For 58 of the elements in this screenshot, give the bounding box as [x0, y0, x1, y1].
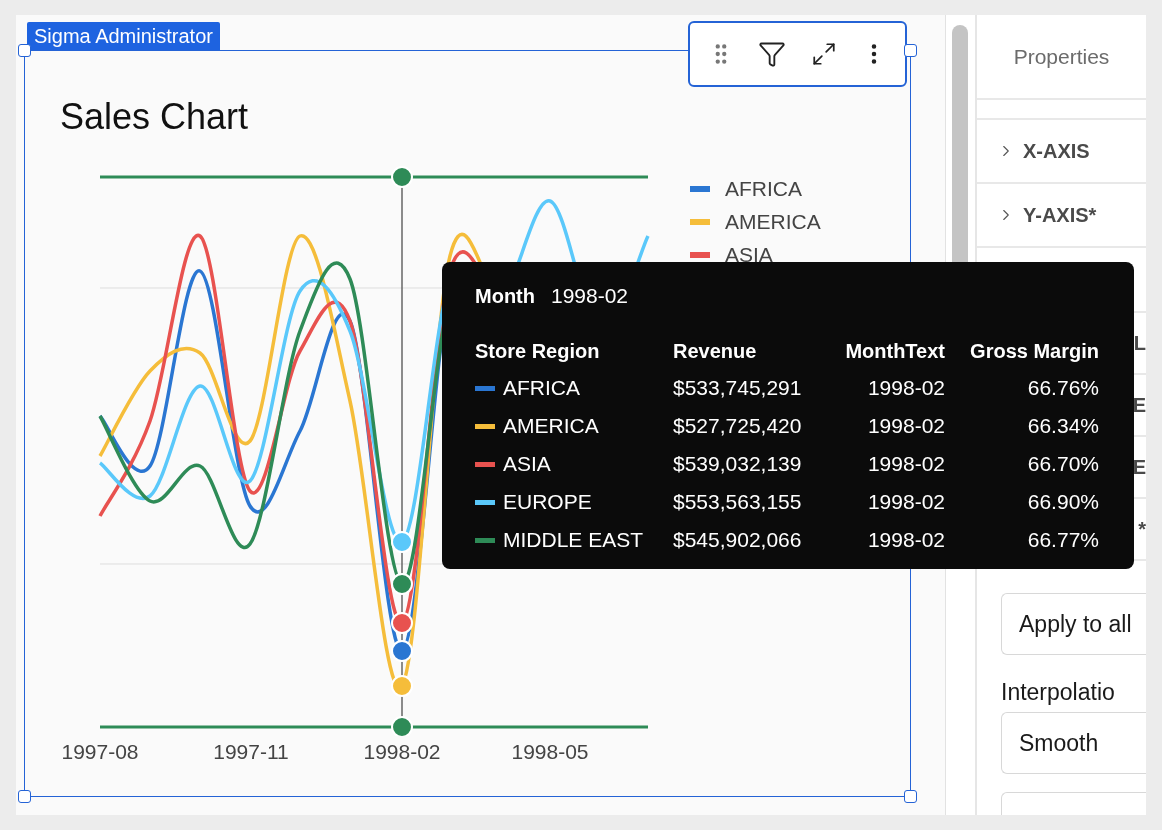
table-cell-text: 66.70% — [1026, 451, 1099, 477]
section-header[interactable]: Y-AXIS* — [977, 184, 1146, 248]
data-point — [391, 166, 413, 188]
table-cell-text: 66.90% — [1026, 489, 1099, 515]
x-axis-label: 1998-05 — [511, 739, 589, 765]
table-cell-text: $539,032,139 — [673, 451, 803, 477]
table-cell-text: 1998-02 — [866, 451, 945, 477]
interpolation-label: Interpolatio — [1001, 678, 1116, 707]
column-header: Gross Margin — [969, 339, 1099, 364]
interpolation-select[interactable]: Smooth — [1001, 712, 1146, 774]
tooltip-value: 1998-02 — [551, 283, 629, 309]
x-axis-label: 1997-08 — [61, 739, 139, 765]
column-header: MonthText — [844, 339, 945, 364]
data-point — [391, 640, 413, 662]
table-cell-text: $545,902,066 — [673, 527, 803, 553]
resize-handle[interactable] — [18, 44, 31, 57]
legend-label: ASIA — [725, 241, 773, 268]
chart-title: Sales Chart — [60, 95, 249, 139]
table-cell-text: 1998-02 — [866, 413, 945, 439]
resize-handle[interactable] — [904, 44, 917, 57]
data-point — [391, 612, 413, 634]
table-cell-text: 66.34% — [1026, 413, 1099, 439]
x-axis-label: 1997-11 — [213, 739, 289, 765]
table-cell-text: ASIA — [503, 451, 551, 478]
table-cell-text: $553,563,155 — [673, 489, 803, 515]
section-label: E — [1132, 455, 1146, 480]
column-header: Store Region — [475, 339, 601, 364]
data-point — [391, 573, 413, 595]
data-point — [391, 675, 413, 697]
table-cell-text: $527,725,420 — [673, 413, 803, 439]
section-label: * — [1138, 517, 1146, 542]
resize-handle[interactable] — [18, 790, 31, 803]
resize-handle[interactable] — [904, 790, 917, 803]
legend-label: AFRICA — [725, 175, 802, 202]
x-axis-label: 1998-02 — [363, 739, 441, 765]
section-header[interactable]: X-AXIS — [977, 120, 1146, 184]
data-point — [391, 716, 413, 736]
filter-icon[interactable] — [758, 40, 787, 68]
tooltip-label: Month — [475, 284, 535, 309]
table-cell-text: 1998-02 — [866, 489, 945, 515]
section-label: L — [1133, 331, 1146, 356]
table-cell-text: 66.76% — [1026, 375, 1099, 401]
expand-icon[interactable] — [810, 41, 837, 67]
table-cell-text: 1998-02 — [866, 527, 945, 553]
apply-to-all-button[interactable]: Apply to all — [1001, 593, 1146, 655]
table-cell-text: 66.77% — [1026, 527, 1099, 553]
table-cell-text: 1998-02 — [866, 375, 945, 401]
table-cell-text: $533,745,291 — [673, 375, 803, 401]
table-cell-text: MIDDLE EAST — [503, 527, 644, 554]
panel-title: Properties — [1013, 43, 1110, 70]
legend-label: AMERICA — [725, 208, 821, 235]
column-header: Revenue — [673, 339, 758, 364]
table-cell-text: AMERICA — [503, 413, 599, 440]
data-point — [391, 531, 413, 553]
section-label: E — [1132, 393, 1146, 418]
table-cell-text: EUROPE — [503, 489, 592, 516]
table-cell-text: AFRICA — [503, 375, 580, 402]
selection-label: Sigma Administrator — [27, 22, 220, 50]
